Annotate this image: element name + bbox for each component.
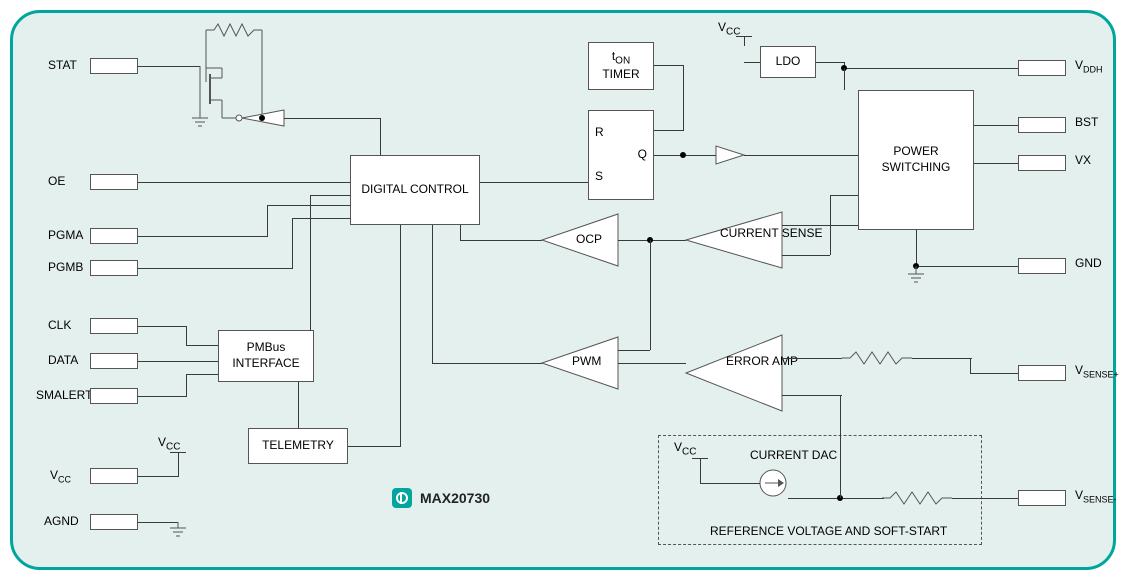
pin-label-stat: STAT <box>48 58 77 72</box>
pin-pgmb <box>90 260 138 276</box>
label-ocp: OCP <box>576 232 602 246</box>
block-power-switching: POWER SWITCHING <box>858 90 974 230</box>
block-pmbus-interface: PMBus INTERFACE <box>218 330 314 382</box>
pin-data <box>90 353 138 369</box>
pin-stat <box>90 58 138 74</box>
gnd-symbol-agnd <box>168 522 188 542</box>
pin-clk <box>90 318 138 334</box>
pin-label-vcc: VCC <box>50 468 71 484</box>
block-digital-control: DIGITAL CONTROL <box>350 155 480 225</box>
label-ref-softstart: REFERENCE VOLTAGE AND SOFT-START <box>710 524 947 538</box>
ff-s: S <box>595 169 603 185</box>
pin-agnd <box>90 514 138 530</box>
ff-r: R <box>595 125 604 141</box>
pin-label-data: DATA <box>48 353 78 367</box>
pin-vsensen <box>1018 490 1066 506</box>
pin-label-oe: OE <box>48 174 65 188</box>
pin-pgma <box>90 228 138 244</box>
pin-label-gnd: GND <box>1075 256 1102 270</box>
ff-q: Q <box>638 147 647 163</box>
block-ton-timer: tONTIMER <box>588 42 654 90</box>
pin-vcc <box>90 468 138 484</box>
resistor-1-icon <box>842 350 912 366</box>
pin-vddh <box>1018 60 1066 76</box>
buffer-icon <box>714 144 746 166</box>
pin-bst <box>1018 117 1066 133</box>
block-error-amp <box>684 333 784 413</box>
label-pwm: PWM <box>572 354 601 368</box>
pin-smalert <box>90 388 138 404</box>
current-source-icon <box>758 468 788 498</box>
pin-gnd <box>1018 258 1066 274</box>
label-error-amp: ERROR AMP <box>726 354 782 368</box>
part-number: MAX20730 <box>420 490 490 506</box>
resistor-2-icon <box>882 490 952 506</box>
block-ldo: LDO <box>760 46 816 78</box>
pin-vx <box>1018 155 1066 171</box>
pin-label-smalert: SMALERT <box>36 388 92 402</box>
label-ldo-vcc: VCC <box>718 20 740 37</box>
pin-label-vddh: VDDH <box>1075 58 1103 74</box>
maxim-logo-icon <box>392 488 412 508</box>
block-telemetry: TELEMETRY <box>248 428 348 464</box>
pin-oe <box>90 174 138 190</box>
label-left-vcc: VCC <box>158 435 180 452</box>
gnd-symbol-1 <box>906 266 926 286</box>
pin-vsensep <box>1018 365 1066 381</box>
label-current-dac: CURRENT DAC <box>750 448 837 462</box>
pin-label-vx: VX <box>1075 153 1091 167</box>
block-rs-flipflop: R S Q <box>588 110 654 200</box>
pin-label-clk: CLK <box>48 318 71 332</box>
pin-label-pgmb: PGMB <box>48 260 83 274</box>
pin-label-agnd: AGND <box>44 514 79 528</box>
mosfet-resistor-icon <box>186 22 286 140</box>
pin-label-bst: BST <box>1075 115 1098 129</box>
pin-label-vsensep: VSENSE+ <box>1075 363 1119 379</box>
label-dac-vcc: VCC <box>674 440 696 457</box>
pin-label-pgma: PGMA <box>48 228 83 242</box>
pin-label-vsensen: VSENSE- <box>1075 488 1117 504</box>
label-current-sense: CURRENT SENSE <box>720 226 780 240</box>
